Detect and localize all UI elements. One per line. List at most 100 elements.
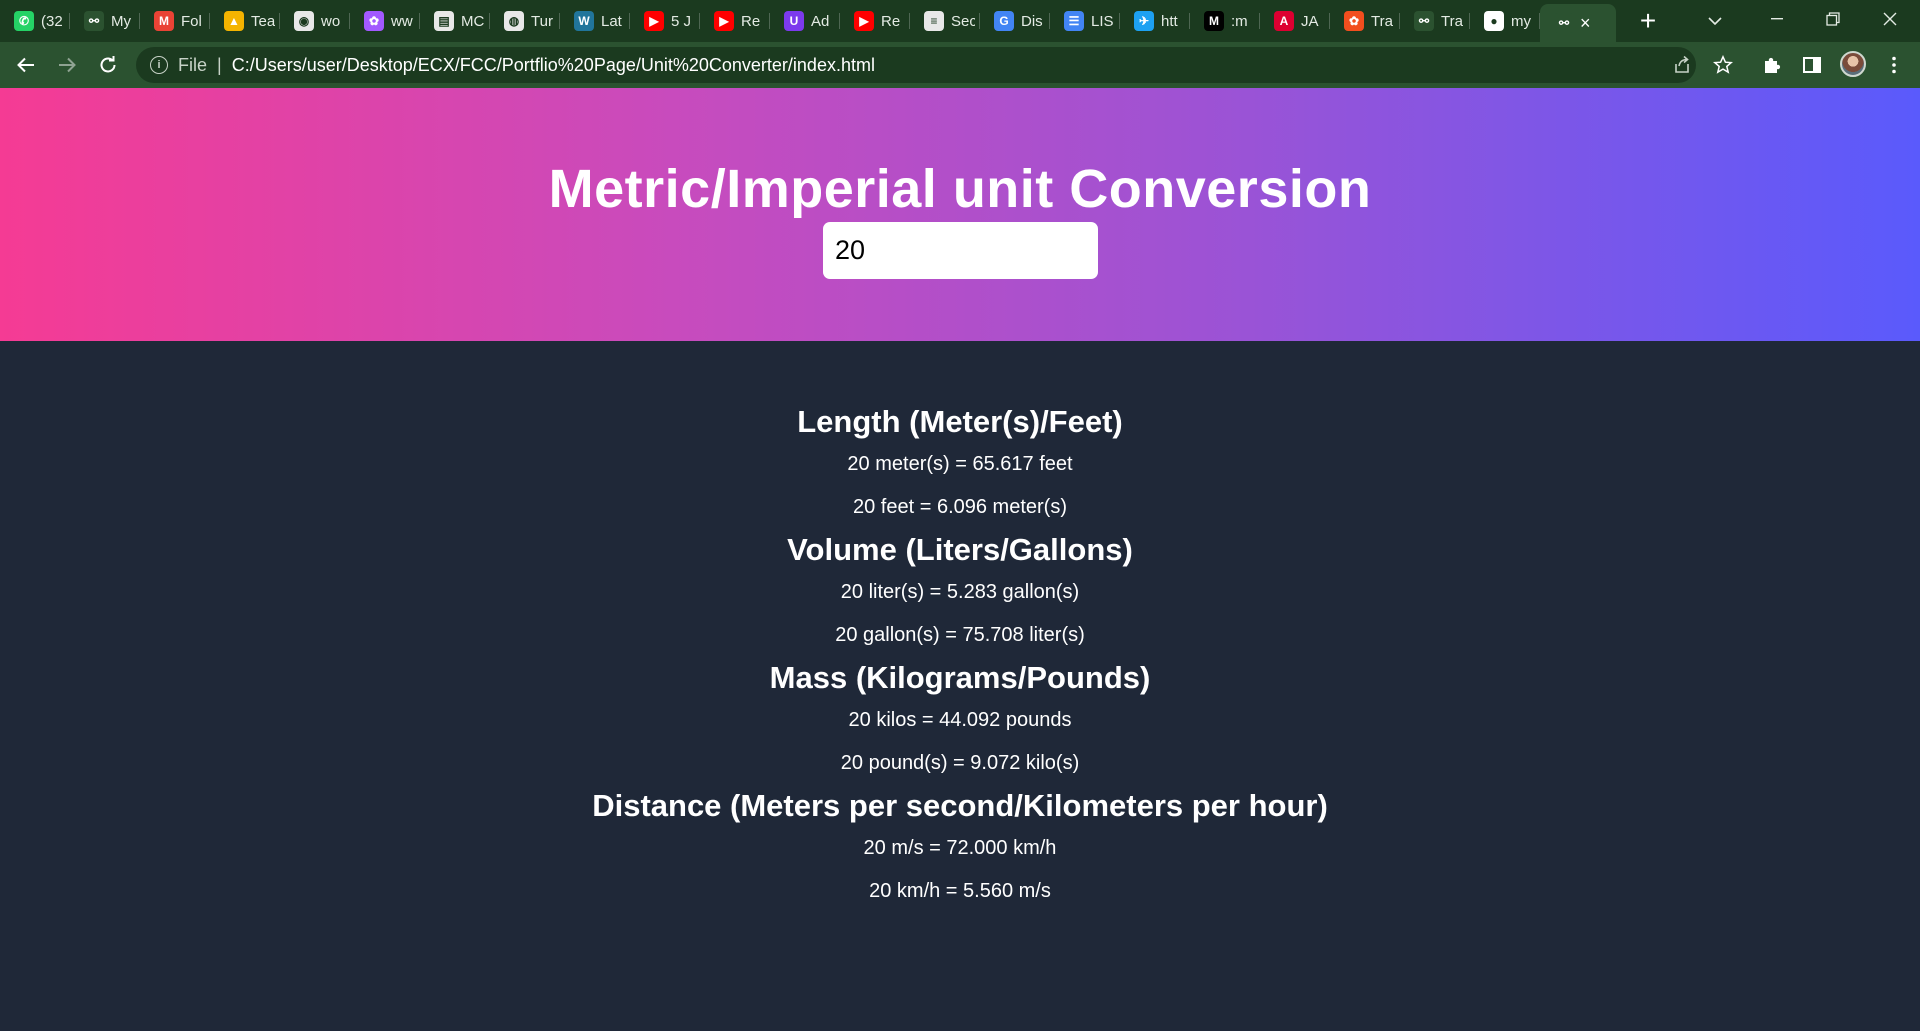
github-icon: ● — [1484, 11, 1504, 31]
tab-title: Dis — [1021, 12, 1043, 30]
tab-title: :m — [1231, 12, 1248, 30]
address-bar[interactable]: i File | C:/Users/user/Desktop/ECX/FCC/P… — [136, 47, 1696, 83]
browser-tab[interactable]: ☰ LIS — [1050, 0, 1120, 42]
tab-title: JA — [1301, 12, 1319, 30]
freecodecamp-icon: ⚯ — [1554, 13, 1574, 33]
share-icon — [1675, 55, 1689, 73]
figma-icon: ✿ — [364, 11, 384, 31]
minimize-button[interactable] — [1749, 0, 1805, 38]
volume-section: Volume (Liters/Gallons) 20 liter(s) = 5.… — [0, 529, 1920, 657]
mass-heading: Mass (Kilograms/Pounds) — [769, 660, 1151, 695]
tab-title: Re — [741, 12, 761, 30]
list-doc-icon: ☰ — [1064, 11, 1084, 31]
bookmark-star-button[interactable] — [1709, 51, 1737, 79]
close-window-button[interactable] — [1862, 0, 1918, 38]
volume-heading: Volume (Liters/Gallons) — [787, 532, 1133, 567]
tab-title: Tur — [531, 12, 553, 30]
wordpress-icon: W — [574, 11, 594, 31]
arrow-left-icon — [17, 57, 34, 73]
number-input[interactable] — [823, 222, 1098, 279]
length-feet-to-meters: 20 feet = 6.096 meter(s) — [852, 496, 1067, 518]
tab-title: ww — [391, 12, 413, 30]
tab-title: Lat — [601, 12, 622, 30]
side-panel-button[interactable] — [1798, 51, 1826, 79]
browser-tab[interactable]: W Lat — [560, 0, 630, 42]
tab-title: 5 J — [671, 12, 692, 30]
tab-title: MC — [461, 12, 485, 30]
tab-title: Tra — [1441, 12, 1463, 30]
browser-tab[interactable]: M :m — [1190, 0, 1260, 42]
reload-button[interactable] — [88, 45, 128, 85]
star-icon — [1713, 55, 1733, 74]
browser-tab[interactable]: M Fol — [140, 0, 210, 42]
extension-u-icon: U — [784, 11, 804, 31]
document-icon: ▤ — [434, 11, 454, 31]
browser-tab[interactable]: ◉ wo — [280, 0, 350, 42]
restore-button[interactable] — [1805, 0, 1861, 38]
active-browser-tab[interactable]: ⚯ × — [1540, 4, 1616, 42]
tab-strip: ✆ (32 ⚯ My M Fol ▲ Tea ◉ wo ✿ ww ▤ MC ◍ Tur W Lat ▶ 5 J ▶ Re U… — [0, 0, 1920, 42]
tab-title: Tra — [1371, 12, 1393, 30]
browser-tab[interactable]: ✿ ww — [350, 0, 420, 42]
share-button[interactable] — [1668, 51, 1696, 79]
browser-menu-button[interactable] — [1880, 51, 1908, 79]
browser-tab[interactable]: ▤ MC — [420, 0, 490, 42]
tab-title: htt — [1161, 12, 1178, 30]
tab-title: Ad — [811, 12, 830, 30]
tab-title: my — [1511, 12, 1531, 30]
browser-tab[interactable]: ⚯ Tra — [1400, 0, 1470, 42]
puzzle-icon — [1765, 57, 1781, 73]
chevron-down-icon — [1708, 17, 1722, 25]
browser-tab[interactable]: A JA — [1260, 0, 1330, 42]
browser-tab[interactable]: ⚯ My — [70, 0, 140, 42]
tab-search-button[interactable] — [1700, 8, 1730, 34]
extensions-button[interactable] — [1758, 51, 1786, 79]
new-tab-button[interactable]: + — [1628, 0, 1668, 42]
steps-icon: ≡ — [924, 11, 944, 31]
volume-gallons-to-liters: 20 gallon(s) = 75.708 liter(s) — [835, 624, 1085, 646]
browser-tab[interactable]: ▲ Tea — [210, 0, 280, 42]
minimize-icon — [1771, 18, 1783, 20]
distance-heading: Distance (Meters per second/Kilometers p… — [592, 788, 1328, 823]
browser-tab[interactable]: ▶ Re — [700, 0, 770, 42]
close-icon — [1883, 12, 1897, 26]
profile-avatar[interactable] — [1840, 51, 1866, 77]
browser-tab[interactable]: ▶ 5 J — [630, 0, 700, 42]
alien-icon: ◉ — [294, 11, 314, 31]
forward-button[interactable] — [47, 45, 87, 85]
tab-list: ✆ (32 ⚯ My M Fol ▲ Tea ◉ wo ✿ ww ▤ MC ◍ Tur W Lat ▶ 5 J ▶ Re U… — [0, 0, 1616, 42]
tab-title: (32 — [41, 12, 63, 30]
browser-tab[interactable]: ▶ Re — [840, 0, 910, 42]
medium-icon: M — [1204, 11, 1224, 31]
browser-tab[interactable]: ✿ Tra — [1330, 0, 1400, 42]
browser-tab[interactable]: ✈ htt — [1120, 0, 1190, 42]
browser-toolbar: i File | C:/Users/user/Desktop/ECX/FCC/P… — [0, 42, 1920, 88]
browser-tab[interactable]: ≡ Sec — [910, 0, 980, 42]
reload-icon — [100, 56, 116, 73]
close-tab-icon[interactable]: × — [1580, 13, 1591, 34]
hero-banner: Metric/Imperial unit Conversion — [0, 88, 1920, 341]
browser-tab[interactable]: ◍ Tur — [490, 0, 560, 42]
length-heading: Length (Meter(s)/Feet) — [797, 404, 1123, 439]
kebab-menu-icon — [1892, 56, 1896, 74]
tab-title: Re — [881, 12, 901, 30]
arrow-right-icon — [59, 57, 76, 73]
url-text[interactable]: C:/Users/user/Desktop/ECX/FCC/Portflio%2… — [232, 55, 875, 76]
distance-kmh-to-mps: 20 km/h = 5.560 m/s — [869, 880, 1051, 902]
distance-section: Distance (Meters per second/Kilometers p… — [0, 785, 1920, 913]
tab-title: My — [111, 12, 131, 30]
angular-icon: A — [1274, 11, 1294, 31]
freecodecamp-icon: ⚯ — [84, 11, 104, 31]
globe-icon: ◍ — [504, 11, 524, 31]
browser-tab[interactable]: ✆ (32 — [0, 0, 70, 42]
info-icon[interactable]: i — [150, 56, 168, 74]
whatsapp-icon: ✆ — [14, 11, 34, 31]
browser-tab[interactable]: U Ad — [770, 0, 840, 42]
browser-tab[interactable]: ● my — [1470, 0, 1540, 42]
browser-tab[interactable]: G Dis — [980, 0, 1050, 42]
twitter-icon: ✈ — [1134, 11, 1154, 31]
tab-title: Fol — [181, 12, 202, 30]
back-button[interactable] — [6, 45, 46, 85]
restore-icon — [1826, 12, 1840, 26]
mass-kilos-to-pounds: 20 kilos = 44.092 pounds — [848, 709, 1072, 731]
